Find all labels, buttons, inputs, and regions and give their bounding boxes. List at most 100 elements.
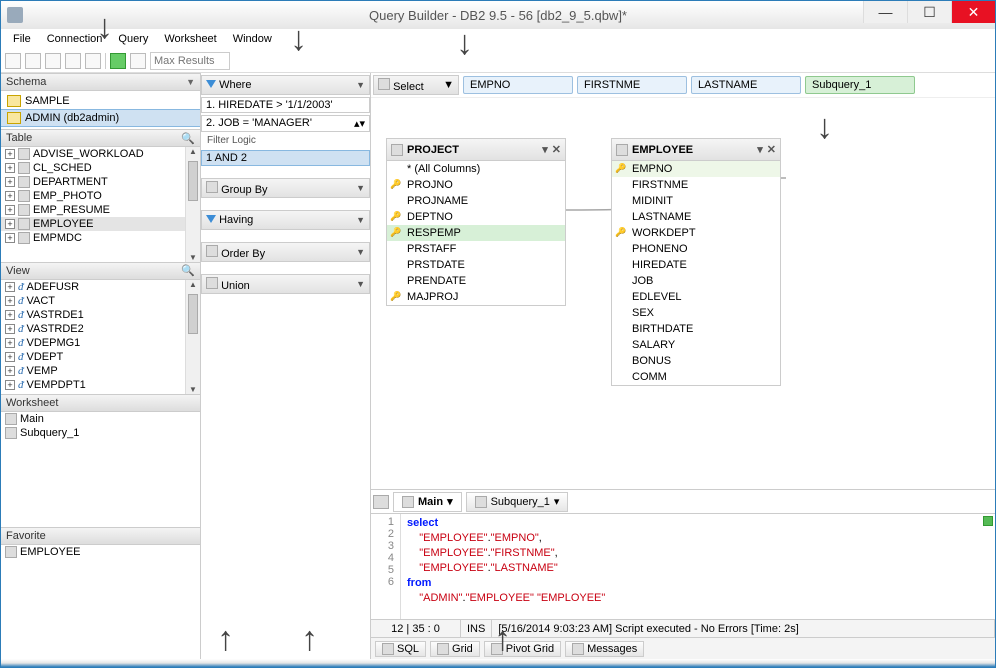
titlebar[interactable]: Query Builder - DB2 9.5 - 56 [db2_9_5.qb…: [1, 1, 995, 29]
favorite-item[interactable]: EMPLOYEE: [1, 545, 200, 559]
expand-icon[interactable]: +: [5, 219, 15, 229]
expand-icon[interactable]: +: [5, 380, 15, 390]
expand-icon[interactable]: +: [5, 177, 15, 187]
save-icon[interactable]: [45, 53, 61, 69]
where-condition[interactable]: 1. HIREDATE > '1/1/2003': [201, 97, 370, 113]
column-item[interactable]: FIRSTNME: [612, 177, 780, 193]
hamburger-icon[interactable]: [373, 495, 389, 509]
column-item[interactable]: RESPEMP: [387, 225, 565, 241]
expand-icon[interactable]: +: [5, 233, 15, 243]
schema-item[interactable]: SAMPLE: [1, 93, 200, 109]
table-item[interactable]: +EMPLOYEE: [1, 217, 200, 231]
expand-icon[interactable]: +: [5, 338, 15, 348]
column-item[interactable]: EMPNO: [612, 161, 780, 177]
column-item[interactable]: MIDINIT: [612, 193, 780, 209]
menu-file[interactable]: File: [5, 31, 39, 47]
groupby-header[interactable]: Group By▼: [201, 178, 370, 198]
result-tab-messages[interactable]: Messages: [565, 641, 644, 657]
menu-window[interactable]: Window: [225, 31, 280, 47]
view-item[interactable]: +ᵭVDEPT: [1, 350, 200, 364]
table-project[interactable]: PROJECT▾✕ * (All Columns)PROJNOPROJNAMED…: [386, 138, 566, 306]
schema-item[interactable]: ADMIN (db2admin): [1, 109, 200, 127]
column-item[interactable]: SEX: [612, 305, 780, 321]
save-all-icon[interactable]: [65, 53, 81, 69]
column-item[interactable]: DEPTNO: [387, 209, 565, 225]
column-item[interactable]: HIREDATE: [612, 257, 780, 273]
db-icon[interactable]: [85, 53, 101, 69]
menu-query[interactable]: Query: [110, 31, 156, 47]
column-item[interactable]: PRSTAFF: [387, 241, 565, 257]
check-icon[interactable]: [130, 53, 146, 69]
search-icon[interactable]: 🔍: [181, 132, 195, 145]
select-subquery-pill[interactable]: Subquery_1: [805, 76, 915, 94]
where-condition[interactable]: 2. JOB = 'MANAGER'▴▾: [201, 115, 370, 132]
chevron-down-icon[interactable]: ▾: [757, 143, 763, 156]
table-header[interactable]: Table🔍: [1, 129, 200, 147]
column-item[interactable]: BONUS: [612, 353, 780, 369]
expand-icon[interactable]: +: [5, 310, 15, 320]
expand-icon[interactable]: +: [5, 205, 15, 215]
view-item[interactable]: +ᵭVEMPDPT1: [1, 378, 200, 392]
where-header[interactable]: Where▼: [201, 75, 370, 95]
column-item[interactable]: LASTNAME: [612, 209, 780, 225]
spin-icon[interactable]: ▴▾: [354, 117, 365, 130]
open-icon[interactable]: [25, 53, 41, 69]
close-icon[interactable]: ✕: [552, 143, 561, 156]
expand-icon[interactable]: +: [5, 324, 15, 334]
column-item[interactable]: PRSTDATE: [387, 257, 565, 273]
column-item[interactable]: PROJNAME: [387, 193, 565, 209]
view-item[interactable]: +ᵭVASTRDE2: [1, 322, 200, 336]
favorite-header[interactable]: Favorite: [1, 527, 200, 545]
column-item[interactable]: SALARY: [612, 337, 780, 353]
worksheet-header[interactable]: Worksheet: [1, 394, 200, 412]
schema-header[interactable]: Schema▼: [1, 73, 200, 91]
column-item[interactable]: * (All Columns): [387, 161, 565, 177]
menu-connection[interactable]: Connection: [39, 31, 111, 47]
maximize-button[interactable]: ☐: [907, 1, 951, 23]
view-item[interactable]: +ᵭVDEPMG1: [1, 336, 200, 350]
table-item[interactable]: +CL_SCHED: [1, 161, 200, 175]
select-header[interactable]: Select▼: [373, 75, 459, 95]
menu-worksheet[interactable]: Worksheet: [156, 31, 224, 47]
tab-subquery[interactable]: Subquery_1▾: [466, 492, 569, 512]
expand-icon[interactable]: +: [5, 163, 15, 173]
column-item[interactable]: COMM: [612, 369, 780, 385]
expand-icon[interactable]: +: [5, 352, 15, 362]
expand-icon[interactable]: +: [5, 282, 15, 292]
worksheet-item[interactable]: Subquery_1: [1, 426, 200, 440]
result-tab-grid[interactable]: Grid: [430, 641, 480, 657]
table-item[interactable]: +ADVISE_WORKLOAD: [1, 147, 200, 161]
having-header[interactable]: Having▼: [201, 210, 370, 230]
new-icon[interactable]: [5, 53, 21, 69]
column-item[interactable]: JOB: [612, 273, 780, 289]
view-item[interactable]: +ᵭVEMP: [1, 364, 200, 378]
column-item[interactable]: BIRTHDATE: [612, 321, 780, 337]
view-item[interactable]: +ᵭVACT: [1, 294, 200, 308]
column-item[interactable]: WORKDEPT: [612, 225, 780, 241]
filter-logic-input[interactable]: 1 AND 2: [201, 150, 370, 166]
minimize-button[interactable]: —: [863, 1, 907, 23]
orderby-header[interactable]: Order By▼: [201, 242, 370, 262]
scrollbar[interactable]: [185, 280, 200, 395]
expand-icon[interactable]: +: [5, 149, 15, 159]
result-tab-sql[interactable]: SQL: [375, 641, 426, 657]
chevron-down-icon[interactable]: ▾: [542, 143, 548, 156]
view-item[interactable]: +ᵭADEFUSR: [1, 280, 200, 294]
expand-icon[interactable]: +: [5, 296, 15, 306]
table-item[interactable]: +EMP_RESUME: [1, 203, 200, 217]
column-item[interactable]: PROJNO: [387, 177, 565, 193]
union-header[interactable]: Union▼: [201, 274, 370, 294]
select-column-pill[interactable]: FIRSTNME: [577, 76, 687, 94]
worksheet-item[interactable]: Main: [1, 412, 200, 426]
column-item[interactable]: PRENDATE: [387, 273, 565, 289]
table-employee[interactable]: EMPLOYEE▾✕ EMPNOFIRSTNMEMIDINITLASTNAMEW…: [611, 138, 781, 386]
max-results-input[interactable]: [150, 52, 230, 70]
select-column-pill[interactable]: LASTNAME: [691, 76, 801, 94]
table-item[interactable]: +EMP_PHOTO: [1, 189, 200, 203]
tab-main[interactable]: Main▾: [393, 492, 462, 512]
table-item[interactable]: +EMPMDC: [1, 231, 200, 245]
table-item[interactable]: +DEPARTMENT: [1, 175, 200, 189]
search-icon[interactable]: 🔍: [181, 264, 195, 277]
select-column-pill[interactable]: EMPNO: [463, 76, 573, 94]
close-button[interactable]: ✕: [951, 1, 995, 23]
